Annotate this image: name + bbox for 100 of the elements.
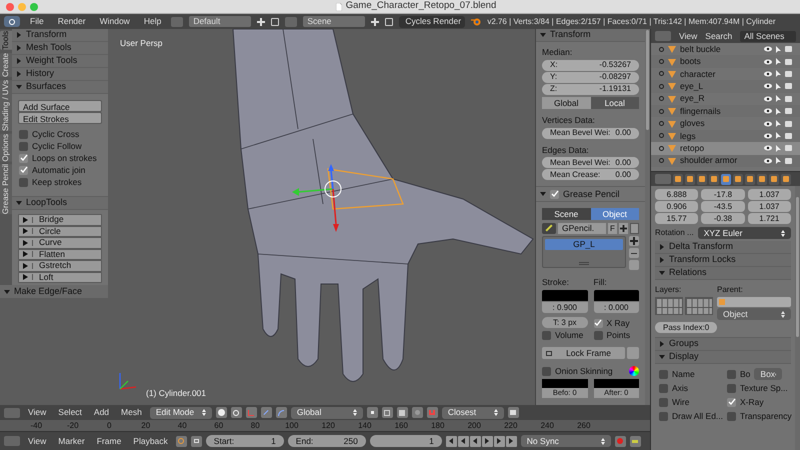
tool-tab[interactable]: Shading / UVs (0, 80, 12, 131)
filter-dropdown[interactable]: All Scenes (740, 30, 796, 42)
outliner-row[interactable]: eye_R (651, 92, 800, 105)
checkbox[interactable] (594, 318, 602, 328)
number-field[interactable]: 1.037 (748, 189, 791, 200)
panel-header[interactable]: Transform (536, 29, 645, 42)
render-engine-dropdown[interactable]: Cycles Render (399, 16, 466, 28)
expand-icon[interactable] (659, 96, 664, 102)
expand-triangle-icon[interactable] (659, 341, 665, 347)
tab-icon[interactable] (709, 174, 719, 184)
checkbox[interactable] (659, 412, 668, 420)
jump-start-icon[interactable] (446, 436, 457, 446)
checkbox[interactable] (550, 190, 559, 199)
eye-icon[interactable] (764, 70, 772, 77)
close-button[interactable] (6, 2, 14, 10)
play-icon[interactable] (482, 436, 493, 446)
tab-icon[interactable] (733, 174, 743, 184)
expand-triangle-icon[interactable] (16, 32, 22, 38)
panel-header[interactable]: Bsurfaces (12, 81, 108, 94)
menu-item[interactable]: Marker (54, 434, 89, 448)
menu-item[interactable]: Frame (92, 434, 126, 448)
bounds-type-dropdown[interactable]: Box (754, 368, 782, 380)
expand-triangle-icon[interactable] (659, 354, 665, 360)
number-field[interactable]: 0.906 (655, 201, 698, 212)
number-field[interactable]: 15.77 (655, 213, 698, 224)
start-frame-field[interactable]: Start: 1 (206, 435, 284, 447)
panel-header[interactable]: Mesh Tools (12, 42, 108, 55)
checkbox[interactable] (542, 366, 551, 376)
checkbox[interactable] (659, 398, 668, 406)
panel-header[interactable]: Transform Locks (655, 254, 791, 267)
tab-icon[interactable] (673, 174, 683, 184)
arrow-icon[interactable] (260, 407, 272, 418)
expand-icon[interactable] (659, 108, 664, 114)
expand-triangle-icon[interactable] (540, 32, 546, 38)
checkbox[interactable] (542, 330, 551, 340)
checkbox[interactable] (727, 398, 736, 406)
keyframe-icon[interactable] (176, 436, 187, 446)
plus-icon[interactable] (619, 222, 628, 234)
sync-dropdown[interactable]: No Sync (520, 435, 611, 447)
panel-header[interactable]: Delta Transform (655, 241, 791, 254)
end-frame-field[interactable]: End: 250 (288, 435, 366, 447)
checkbox[interactable] (659, 370, 668, 378)
play-reverse-icon[interactable] (470, 436, 481, 446)
fill-color-swatch[interactable] (594, 290, 639, 301)
scrollbar-thumb[interactable] (646, 30, 649, 130)
jump-end-icon[interactable] (506, 436, 517, 446)
menu-item[interactable]: Help (140, 15, 166, 28)
tool-tab[interactable]: Create (0, 52, 12, 77)
tool-button[interactable]: Edit Strokes (18, 112, 102, 124)
looptools-button[interactable]: Circle (18, 226, 102, 237)
fill-opacity-field[interactable]: : 0.000 (594, 302, 639, 313)
expand-icon[interactable] (659, 133, 664, 138)
layer-grid[interactable] (685, 297, 713, 315)
expand-icon[interactable] (659, 146, 664, 151)
number-field[interactable]: X: -0.53267 (542, 60, 639, 71)
shading-sphere-icon[interactable] (216, 407, 227, 418)
vertex-select-icon[interactable] (366, 407, 378, 418)
expand-triangle-icon[interactable] (659, 244, 665, 250)
stroke-opacity-field[interactable]: : 0.900 (542, 302, 588, 313)
rotation-mode-dropdown[interactable]: XYZ Euler (698, 227, 791, 239)
menu-item[interactable]: Playback (129, 434, 172, 448)
looptools-button[interactable]: Flatten (18, 248, 102, 260)
menu-item[interactable]: Select (54, 406, 86, 419)
manipulator-icon[interactable] (246, 407, 257, 418)
proportional-edit-icon[interactable] (412, 407, 423, 418)
number-field[interactable]: Mean Crease: 0.00 (542, 169, 639, 180)
fake-user-button[interactable]: F (608, 222, 617, 234)
panel-header[interactable]: History (12, 68, 108, 81)
checkbox[interactable] (659, 384, 668, 392)
expand-icon[interactable] (659, 121, 664, 126)
space-toggle[interactable]: Global (542, 96, 590, 109)
expand-triangle-icon[interactable] (16, 84, 22, 90)
plus-icon[interactable] (629, 236, 639, 246)
looptools-button[interactable]: Curve (18, 237, 102, 248)
expand-icon[interactable] (659, 158, 664, 164)
outliner-row[interactable]: boots (651, 55, 800, 68)
thickness-field[interactable]: T: 3 px (542, 317, 588, 328)
tab-icon[interactable] (769, 174, 779, 184)
stroke-color-swatch[interactable] (542, 290, 588, 301)
menu-item[interactable]: View (24, 434, 50, 448)
eye-icon[interactable] (764, 158, 772, 164)
magnet-icon[interactable] (426, 407, 438, 418)
menu-item[interactable]: Mesh (117, 406, 146, 419)
onion-color-swatch[interactable] (542, 379, 588, 388)
cube-tab-icon[interactable] (721, 174, 731, 184)
panel-header[interactable]: Groups (655, 338, 791, 351)
eye-icon[interactable] (764, 120, 772, 127)
edge-select-icon[interactable] (382, 407, 393, 418)
eye-icon[interactable] (764, 83, 772, 90)
eye-icon[interactable] (764, 108, 772, 114)
layout-field[interactable]: Default (189, 16, 252, 27)
looptools-button[interactable]: Bridge (18, 214, 102, 226)
expand-triangle-icon[interactable] (540, 191, 546, 198)
number-field[interactable]: 6.888 (655, 189, 698, 200)
color-wheel-icon[interactable] (629, 366, 639, 376)
eye-icon[interactable] (764, 96, 772, 102)
panel-header[interactable]: Grease Pencil (536, 187, 645, 202)
tab-icon[interactable] (697, 174, 707, 184)
number-field[interactable]: Y: -0.08297 (542, 72, 639, 83)
checkbox[interactable] (19, 178, 28, 186)
